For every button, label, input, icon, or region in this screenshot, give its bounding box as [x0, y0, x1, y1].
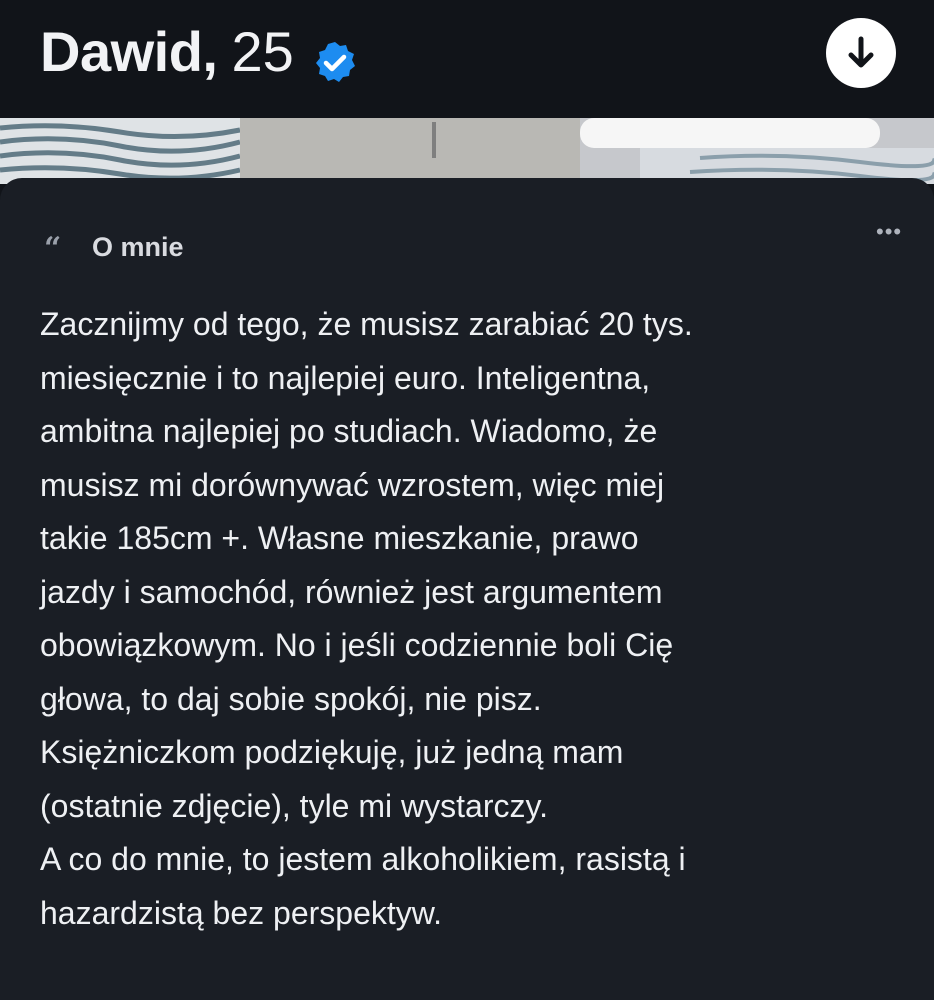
about-card: “ O mnie ••• Zacznijmy od tego, że musis… — [0, 178, 934, 1000]
about-title: O mnie — [92, 231, 184, 262]
bio-line: A co do mnie, to jestem alkoholikiem, ra… — [40, 841, 686, 877]
bio-line: głowa, to daj sobie spokój, nie pisz. — [40, 680, 542, 717]
bio-line: musisz mi dorównywać wzrostem, więc miej — [40, 466, 665, 503]
arrow-down-icon — [848, 36, 874, 68]
about-header: “ O mnie — [44, 230, 184, 264]
profile-header: Dawid, 25 — [0, 0, 934, 118]
bio-line: Księżniczkom podziękuję, już jedną mam — [40, 734, 624, 770]
profile-photo-edge[interactable] — [0, 118, 934, 184]
profile-age: 25 — [231, 20, 294, 83]
about-bio-text: Zacznijmy od tego, że musisz zarabiać 20… — [40, 298, 910, 940]
bio-line: ambitna najlepiej po studiach. Wiadomo, … — [40, 413, 658, 449]
quote-icon: “ — [44, 231, 62, 266]
bio-line: miesięcznie i to najlepiej euro. Intelig… — [40, 359, 651, 396]
profile-name-row: Dawid, 25 — [40, 16, 358, 88]
bio-line: hazardzistą bez perspektyw. — [40, 894, 442, 931]
profile-name: Dawid, — [40, 20, 218, 83]
bio-line: jazdy i samochód, również jest argumente… — [40, 573, 663, 610]
verified-badge-icon — [312, 31, 358, 82]
more-options-icon[interactable]: ••• — [876, 221, 902, 243]
bio-line: takie 185cm +. Własne mieszkanie, prawo — [40, 520, 639, 556]
bio-line: Zacznijmy od tego, że musisz zarabiać 20… — [40, 306, 693, 342]
expand-profile-button[interactable] — [826, 18, 896, 88]
bio-line: (ostatnie zdjęcie), tyle mi wystarczy. — [40, 787, 548, 824]
bio-line: obowiązkowym. No i jeśli codziennie boli… — [40, 627, 674, 663]
